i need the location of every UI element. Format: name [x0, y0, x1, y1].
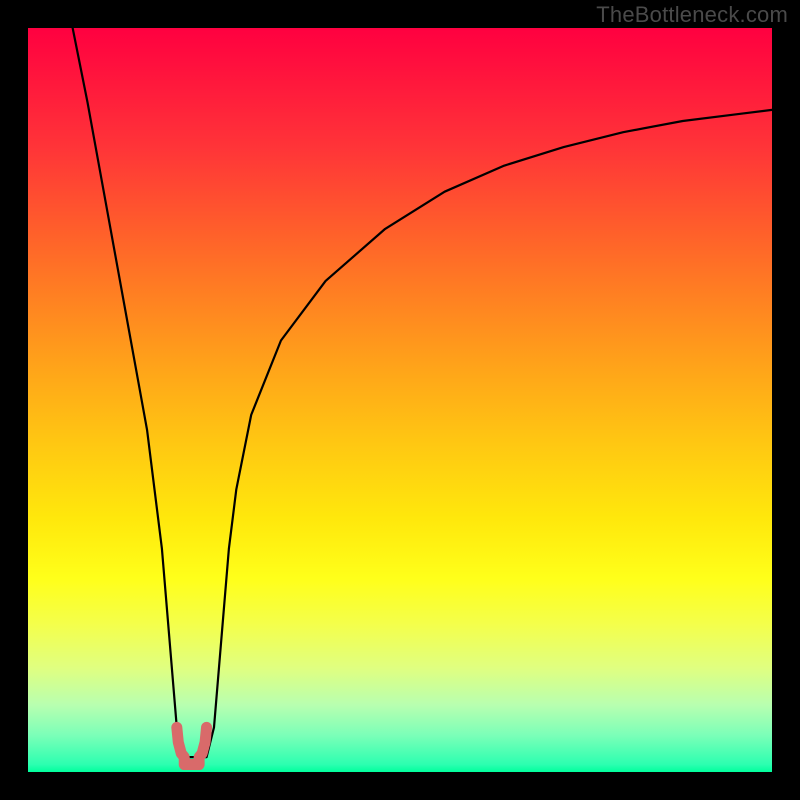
- chart-frame: TheBottleneck.com: [0, 0, 800, 800]
- curve-layer: [28, 28, 772, 772]
- bottleneck-curve: [73, 28, 772, 757]
- highlight-bottom: [177, 727, 207, 764]
- watermark-label: TheBottleneck.com: [596, 2, 788, 28]
- plot-area: [28, 28, 772, 772]
